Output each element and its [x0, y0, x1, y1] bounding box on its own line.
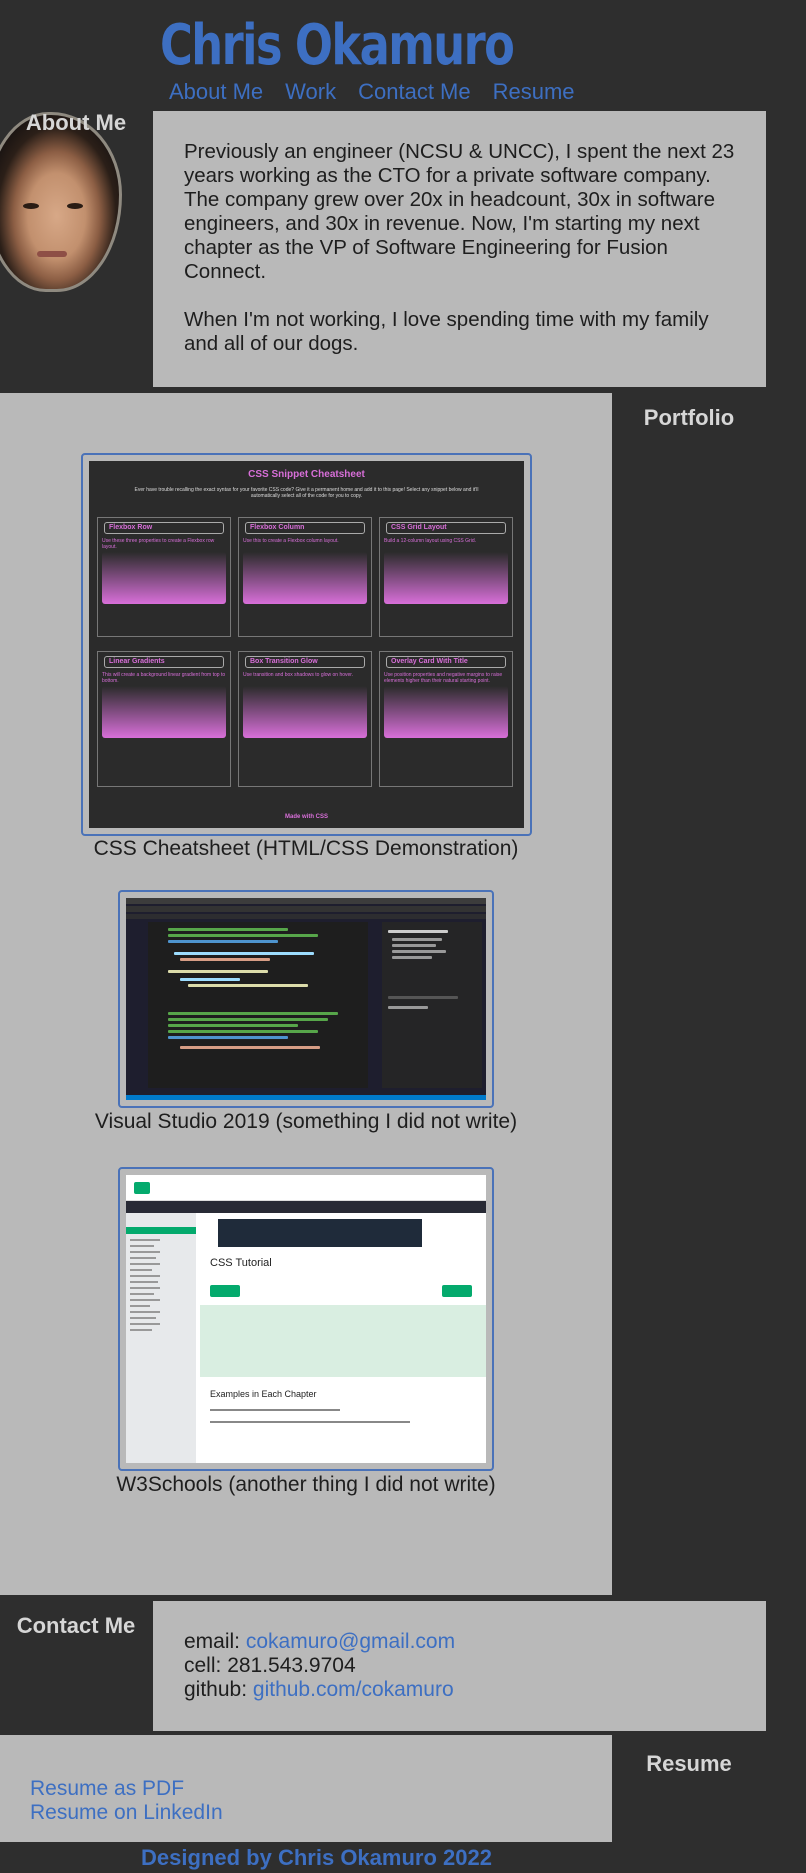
w3-subheading: Examples in Each Chapter: [210, 1389, 317, 1399]
resume-linkedin-link[interactable]: Resume on LinkedIn: [30, 1801, 582, 1825]
snippet-card: Overlay Card With Title Use position pro…: [379, 651, 513, 787]
contact-section: email: cokamuro@gmail.com cell: 281.543.…: [153, 1601, 766, 1731]
w3-ad-banner: [218, 1219, 422, 1247]
snippet-card-desc: Use this to create a Flexbox column layo…: [243, 538, 339, 544]
about-heading: About Me: [25, 110, 127, 135]
contact-email-row: email: cokamuro@gmail.com: [184, 1630, 736, 1654]
portfolio-caption: W3Schools (another thing I did not write…: [116, 1473, 496, 1496]
w3-next-button: [442, 1285, 472, 1297]
portfolio-section: CSS Snippet Cheatsheet Ever have trouble…: [0, 393, 612, 1595]
portfolio-thumbnail-visual-studio[interactable]: [118, 890, 494, 1108]
portfolio-thumbnail-css-cheatsheet[interactable]: CSS Snippet Cheatsheet Ever have trouble…: [81, 453, 532, 836]
w3-topbar: [126, 1175, 486, 1201]
snippet-card: Linear Gradients This will create a back…: [97, 651, 231, 787]
cell-value: 281.543.9704: [227, 1654, 356, 1677]
snippet-card: Box Transition Glow Use transition and b…: [238, 651, 372, 787]
cheatsheet-preview: CSS Snippet Cheatsheet Ever have trouble…: [89, 461, 524, 828]
vs-code-editor: [148, 922, 368, 1088]
portfolio-caption: Visual Studio 2019 (something I did not …: [94, 1110, 518, 1133]
portfolio-heading: Portfolio: [643, 405, 735, 430]
github-label: github:: [184, 1678, 253, 1701]
cheatsheet-title: CSS Snippet Cheatsheet: [248, 469, 365, 480]
snippet-card-title: Linear Gradients: [104, 656, 224, 668]
snippet-code: [384, 552, 508, 604]
about-paragraph: Previously an engineer (NCSU & UNCC), I …: [184, 140, 735, 283]
resume-heading: Resume: [646, 1751, 732, 1776]
w3schools-preview: CSS Tutorial Examples in Each Chapter: [126, 1175, 486, 1463]
w3-sidebar: [126, 1213, 196, 1463]
profile-photo: [0, 112, 122, 292]
w3-home-button: [210, 1285, 240, 1297]
vs-menu-bar: [126, 898, 486, 904]
w3-intro: [200, 1305, 486, 1377]
snippet-card-desc: This will create a background linear gra…: [102, 672, 226, 684]
photo-eye: [23, 203, 39, 209]
nav-work[interactable]: Work: [285, 78, 336, 106]
github-link[interactable]: github.com/cokamuro: [253, 1678, 454, 1701]
snippet-card-title: Overlay Card With Title: [386, 656, 506, 668]
vs-status-bar: [126, 1095, 486, 1100]
snippet-code: [384, 686, 508, 738]
snippet-card-title: CSS Grid Layout: [386, 522, 506, 534]
snippet-code: [243, 552, 367, 604]
vs-toolbar: [126, 906, 486, 912]
snippet-card: Flexbox Row Use these three properties t…: [97, 517, 231, 637]
resume-section: Resume as PDF Resume on LinkedIn: [0, 1735, 612, 1842]
email-link[interactable]: cokamuro@gmail.com: [246, 1630, 455, 1653]
visual-studio-preview: [126, 898, 486, 1100]
snippet-card-title: Flexbox Row: [104, 522, 224, 534]
snippet-card-desc: Use transition and box shadows to glow o…: [243, 672, 354, 678]
snippet-code: [243, 686, 367, 738]
snippet-code: [102, 552, 226, 604]
portfolio-caption: CSS Cheatsheet (HTML/CSS Demonstration): [93, 837, 519, 860]
about-section: Previously an engineer (NCSU & UNCC), I …: [153, 111, 766, 387]
vs-tab-bar: [126, 914, 486, 919]
resume-pdf-link[interactable]: Resume as PDF: [30, 1777, 582, 1801]
w3-nav: [126, 1201, 486, 1213]
site-title: Chris Okamuro: [160, 13, 515, 78]
snippet-card: CSS Grid Layout Build a 12-column layout…: [379, 517, 513, 637]
about-paragraph: When I'm not working, I love spending ti…: [184, 308, 709, 355]
cheatsheet-subtitle: Ever have trouble recalling the exact sy…: [134, 487, 479, 499]
snippet-code: [102, 686, 226, 738]
nav-about-me[interactable]: About Me: [169, 78, 263, 106]
vs-solution-explorer: [382, 922, 482, 1088]
w3-heading: CSS Tutorial: [210, 1257, 272, 1269]
snippet-card-title: Box Transition Glow: [245, 656, 365, 668]
portfolio-thumbnail-w3schools[interactable]: CSS Tutorial Examples in Each Chapter: [118, 1167, 494, 1471]
w3-logo: [134, 1182, 150, 1194]
email-label: email:: [184, 1630, 246, 1653]
cheatsheet-footer: Made with CSS: [284, 814, 328, 820]
footer-credit: Designed by Chris Okamuro 2022: [141, 1845, 492, 1870]
contact-heading: Contact Me: [16, 1613, 136, 1638]
snippet-card-desc: Build a 12-column layout using CSS Grid.: [384, 538, 476, 544]
main-nav: About Me Work Contact Me Resume: [169, 78, 575, 106]
contact-github-row: github: github.com/cokamuro: [184, 1678, 736, 1702]
snippet-card: Flexbox Column Use this to create a Flex…: [238, 517, 372, 637]
photo-eye: [67, 203, 83, 209]
nav-resume[interactable]: Resume: [493, 78, 575, 106]
snippet-card-title: Flexbox Column: [245, 522, 365, 534]
cell-label: cell:: [184, 1654, 228, 1677]
snippet-card-desc: Use these three properties to create a F…: [102, 538, 215, 550]
contact-cell-row: cell: 281.543.9704: [184, 1654, 736, 1678]
photo-mouth: [37, 251, 67, 257]
nav-contact-me[interactable]: Contact Me: [358, 78, 471, 106]
snippet-card-desc: Use position properties and negative mar…: [384, 672, 503, 684]
